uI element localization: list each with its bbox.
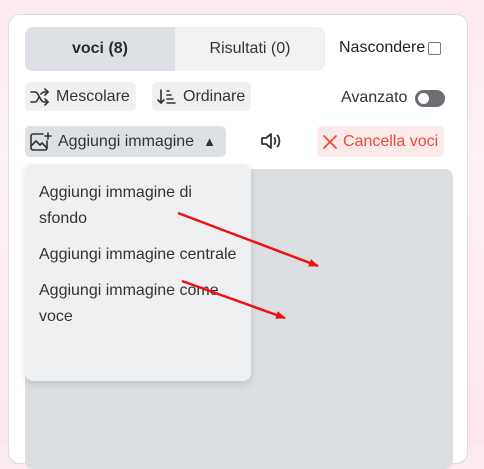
speaker-icon[interactable]: [259, 129, 283, 153]
sort-label: Ordinare: [183, 87, 246, 105]
shuffle-icon: [30, 87, 49, 106]
add-image-button[interactable]: Aggiungi immagine ▲: [25, 126, 226, 157]
menu-item-center-image[interactable]: Aggiungi immagine centrale: [25, 242, 251, 268]
advanced-control: Avanzato: [341, 89, 446, 107]
tab-results[interactable]: Risultati (0): [175, 27, 325, 71]
sort-icon: [157, 88, 176, 104]
shuffle-button[interactable]: Mescolare: [25, 82, 136, 111]
advanced-label: Avanzato: [341, 89, 408, 106]
clear-entries-label: Cancella voci: [343, 132, 439, 150]
advanced-toggle[interactable]: [415, 89, 446, 107]
add-image-icon: [30, 131, 52, 151]
menu-item-background-image[interactable]: Aggiungi immagine di sfondo: [25, 180, 251, 232]
close-icon: [323, 134, 337, 149]
tab-entries[interactable]: voci (8): [25, 27, 175, 71]
shuffle-label: Mescolare: [56, 87, 130, 105]
clear-entries-button[interactable]: Cancella voci: [317, 126, 445, 157]
caret-up-icon: ▲: [203, 134, 216, 149]
hide-label: Nascondere: [339, 39, 426, 56]
sort-button[interactable]: Ordinare: [152, 82, 252, 111]
menu-item-image-as-entry[interactable]: Aggiungi immagine come voce: [25, 278, 251, 330]
add-image-dropdown: Aggiungi immagine di sfondo Aggiungi imm…: [25, 164, 251, 381]
tab-bar: voci (8) Risultati (0): [25, 27, 325, 71]
add-image-label: Aggiungi immagine: [58, 132, 195, 150]
wheel-panel: voci (8) Risultati (0) Nascondere Mescol…: [8, 14, 468, 469]
hide-control[interactable]: Nascondere: [339, 39, 442, 57]
hide-checkbox[interactable]: [428, 41, 442, 55]
